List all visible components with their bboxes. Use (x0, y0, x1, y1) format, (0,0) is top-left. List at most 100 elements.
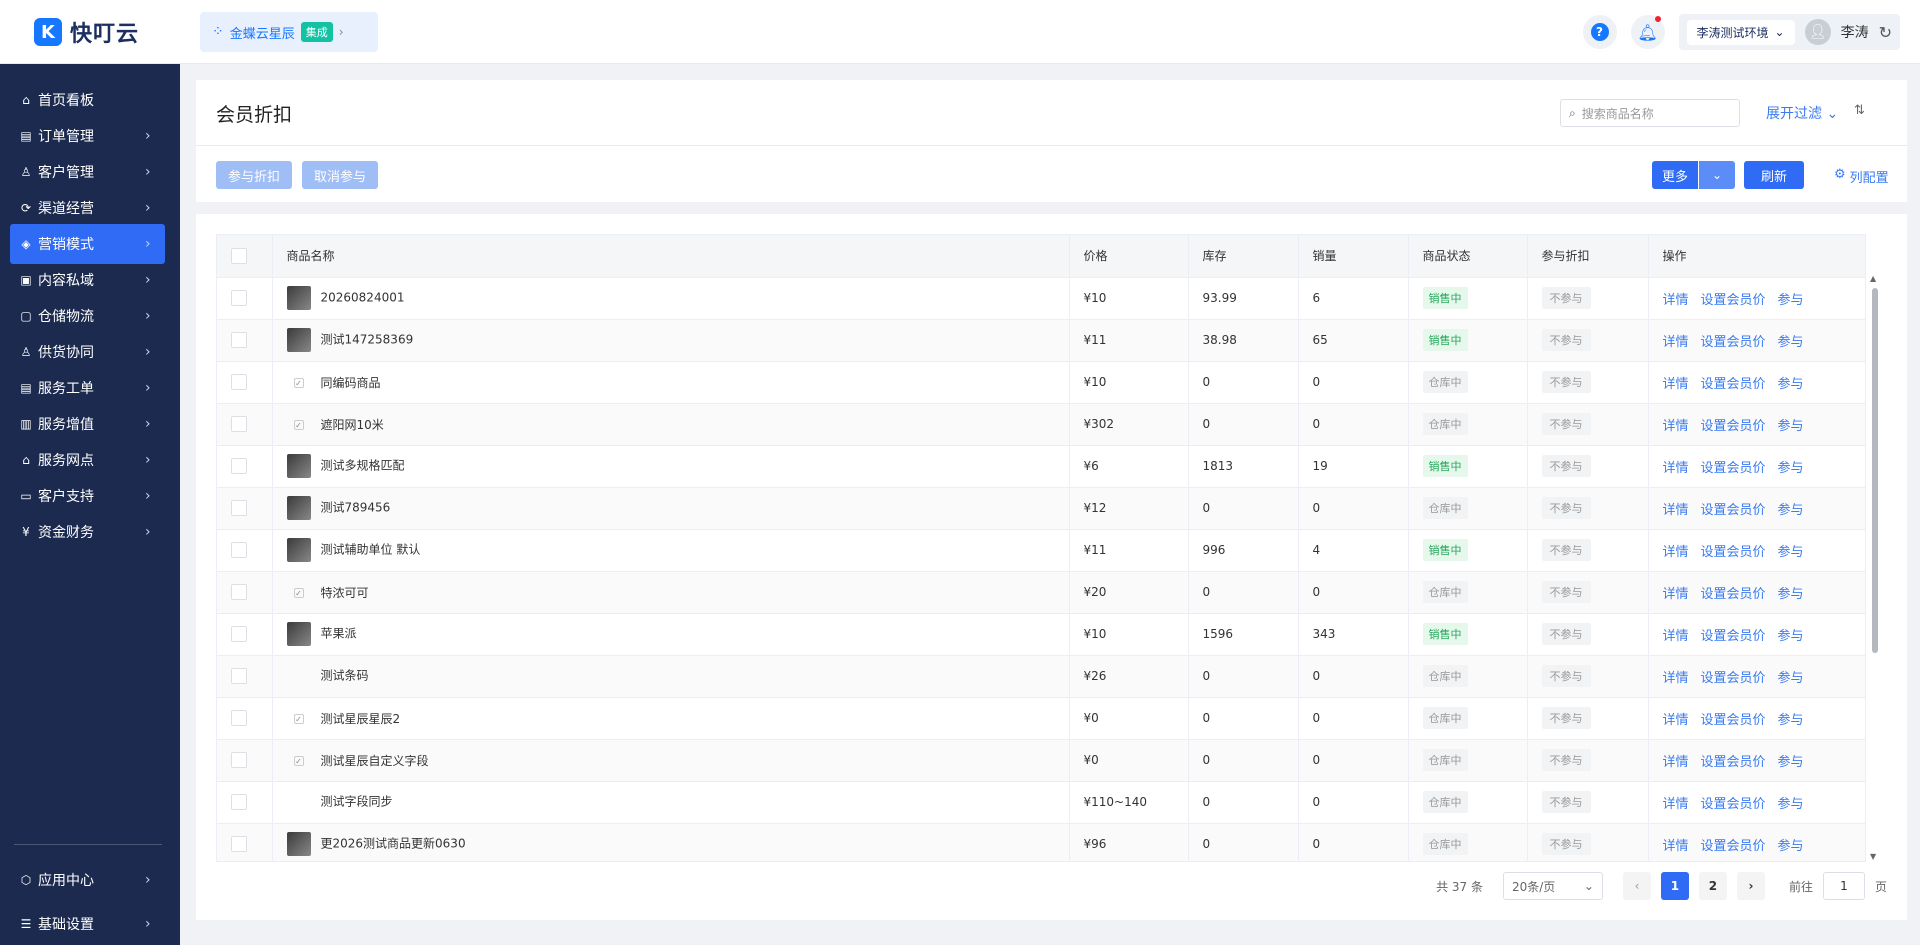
row-checkbox[interactable] (231, 752, 247, 768)
detail-link[interactable]: 详情 (1663, 503, 1689, 518)
set-member-price-link[interactable]: 设置会员价 (1701, 797, 1766, 812)
detail-link[interactable]: 详情 (1663, 629, 1689, 644)
detail-link[interactable]: 详情 (1663, 293, 1689, 308)
page-1-button[interactable]: 1 (1660, 872, 1689, 900)
set-member-price-link[interactable]: 设置会员价 (1701, 335, 1766, 350)
sidebar-item-10[interactable]: ⌂ 服务网点 › (10, 440, 165, 480)
scroll-down-icon[interactable]: ▼ (1870, 852, 1876, 861)
set-member-price-link[interactable]: 设置会员价 (1701, 587, 1766, 602)
row-checkbox[interactable] (231, 794, 247, 810)
cancel-join-button[interactable]: 取消参与 (302, 161, 378, 189)
detail-link[interactable]: 详情 (1663, 377, 1689, 392)
app-logo[interactable]: K 快叮云 (34, 16, 139, 48)
row-checkbox[interactable] (231, 290, 247, 306)
sidebar-bottom-item-0[interactable]: ⬡ 应用中心 › (10, 860, 165, 900)
join-link[interactable]: 参与 (1778, 335, 1804, 350)
sort-icon[interactable]: ⇅ (1854, 103, 1865, 118)
table-scrollbar[interactable]: ▲ ▼ (1869, 274, 1879, 862)
detail-link[interactable]: 详情 (1663, 587, 1689, 602)
join-link[interactable]: 参与 (1778, 671, 1804, 686)
refresh-button[interactable]: 刷新 (1744, 161, 1804, 189)
detail-link[interactable]: 详情 (1663, 335, 1689, 350)
more-dropdown[interactable]: 更多 ⌄ (1652, 161, 1735, 189)
select-all-checkbox[interactable] (231, 247, 247, 264)
sidebar-item-1[interactable]: ▤ 订单管理 › (10, 116, 165, 156)
page-size-select[interactable]: 20条/页 ⌄ (1502, 872, 1603, 900)
detail-link[interactable]: 详情 (1663, 755, 1689, 770)
set-member-price-link[interactable]: 设置会员价 (1701, 377, 1766, 392)
detail-link[interactable]: 详情 (1663, 671, 1689, 686)
notification-button[interactable]: 🔔︎ (1630, 15, 1665, 49)
avatar[interactable]: 👤︎ (1804, 19, 1831, 45)
detail-link[interactable]: 详情 (1663, 419, 1689, 434)
join-link[interactable]: 参与 (1778, 293, 1804, 308)
row-checkbox[interactable] (231, 458, 247, 474)
sidebar-item-12[interactable]: ¥ 资金财务 › (10, 512, 165, 552)
sidebar-item-4[interactable]: ◈ 营销模式 › (10, 224, 165, 264)
join-link[interactable]: 参与 (1778, 629, 1804, 644)
column-config-button[interactable]: ⚙ 列配置 (1834, 167, 1889, 186)
sidebar-item-6[interactable]: ▢ 仓储物流 › (10, 296, 165, 336)
join-link[interactable]: 参与 (1778, 419, 1804, 434)
set-member-price-link[interactable]: 设置会员价 (1701, 629, 1766, 644)
row-checkbox[interactable] (231, 374, 247, 390)
set-member-price-link[interactable]: 设置会员价 (1701, 713, 1766, 728)
sidebar-item-7[interactable]: ♙ 供货协同 › (10, 332, 165, 372)
row-checkbox[interactable] (231, 626, 247, 642)
sidebar-item-3[interactable]: ⟳ 渠道经营 › (10, 188, 165, 228)
prev-page-button[interactable]: ‹ (1622, 872, 1651, 900)
sidebar-item-0[interactable]: ⌂ 首页看板 (10, 80, 165, 120)
row-checkbox[interactable] (231, 836, 247, 852)
row-checkbox[interactable] (231, 542, 247, 558)
join-link[interactable]: 参与 (1778, 755, 1804, 770)
set-member-price-link[interactable]: 设置会员价 (1701, 545, 1766, 560)
row-checkbox[interactable] (231, 668, 247, 684)
refresh-icon[interactable]: ↻ (1879, 23, 1892, 42)
detail-link[interactable]: 详情 (1663, 545, 1689, 560)
more-button[interactable]: 更多 (1652, 161, 1698, 189)
env-select[interactable]: 李涛测试环境 ⌄ (1686, 19, 1795, 45)
detail-link[interactable]: 详情 (1663, 713, 1689, 728)
set-member-price-link[interactable]: 设置会员价 (1701, 671, 1766, 686)
set-member-price-link[interactable]: 设置会员价 (1701, 755, 1766, 770)
row-checkbox[interactable] (231, 710, 247, 726)
expand-filter-button[interactable]: 展开过滤 ⌄ (1766, 103, 1838, 123)
chevron-down-icon[interactable]: ⌄ (1698, 161, 1735, 189)
goto-page-input[interactable]: 1 (1822, 872, 1865, 900)
set-member-price-link[interactable]: 设置会员价 (1701, 461, 1766, 476)
join-link[interactable]: 参与 (1778, 713, 1804, 728)
next-page-button[interactable]: › (1736, 872, 1765, 900)
join-link[interactable]: 参与 (1778, 797, 1804, 812)
join-link[interactable]: 参与 (1778, 377, 1804, 392)
integration-switcher[interactable]: ⁘ 金蝶云星辰 集成 › (200, 12, 378, 52)
join-link[interactable]: 参与 (1778, 839, 1804, 854)
sidebar-item-11[interactable]: ▭ 客户支持 › (10, 476, 165, 516)
search-input[interactable]: ⌕ 搜索商品名称 (1560, 99, 1740, 127)
row-checkbox[interactable] (231, 500, 247, 516)
row-checkbox[interactable] (231, 584, 247, 600)
page-2-button[interactable]: 2 (1698, 872, 1727, 900)
join-link[interactable]: 参与 (1778, 461, 1804, 476)
scroll-thumb[interactable] (1872, 288, 1878, 653)
sidebar-item-5[interactable]: ▣ 内容私域 › (10, 260, 165, 300)
sidebar-item-9[interactable]: ▥ 服务增值 › (10, 404, 165, 444)
detail-link[interactable]: 详情 (1663, 797, 1689, 812)
set-member-price-link[interactable]: 设置会员价 (1701, 503, 1766, 518)
join-discount-button[interactable]: 参与折扣 (216, 161, 292, 189)
set-member-price-link[interactable]: 设置会员价 (1701, 839, 1766, 854)
detail-link[interactable]: 详情 (1663, 461, 1689, 476)
sidebar-item-2[interactable]: ♙ 客户管理 › (10, 152, 165, 192)
join-link[interactable]: 参与 (1778, 587, 1804, 602)
help-button[interactable]: ? (1582, 15, 1617, 49)
set-member-price-link[interactable]: 设置会员价 (1701, 293, 1766, 308)
row-checkbox[interactable] (231, 416, 247, 432)
scroll-up-icon[interactable]: ▲ (1870, 274, 1876, 283)
join-link[interactable]: 参与 (1778, 503, 1804, 518)
sidebar-item-8[interactable]: ▤ 服务工单 › (10, 368, 165, 408)
detail-link[interactable]: 详情 (1663, 839, 1689, 854)
sidebar-bottom-item-1[interactable]: ☰ 基础设置 › (10, 904, 165, 944)
set-member-price-link[interactable]: 设置会员价 (1701, 419, 1766, 434)
join-link[interactable]: 参与 (1778, 545, 1804, 560)
row-checkbox[interactable] (231, 332, 247, 348)
user-name[interactable]: 李涛 (1841, 22, 1869, 42)
